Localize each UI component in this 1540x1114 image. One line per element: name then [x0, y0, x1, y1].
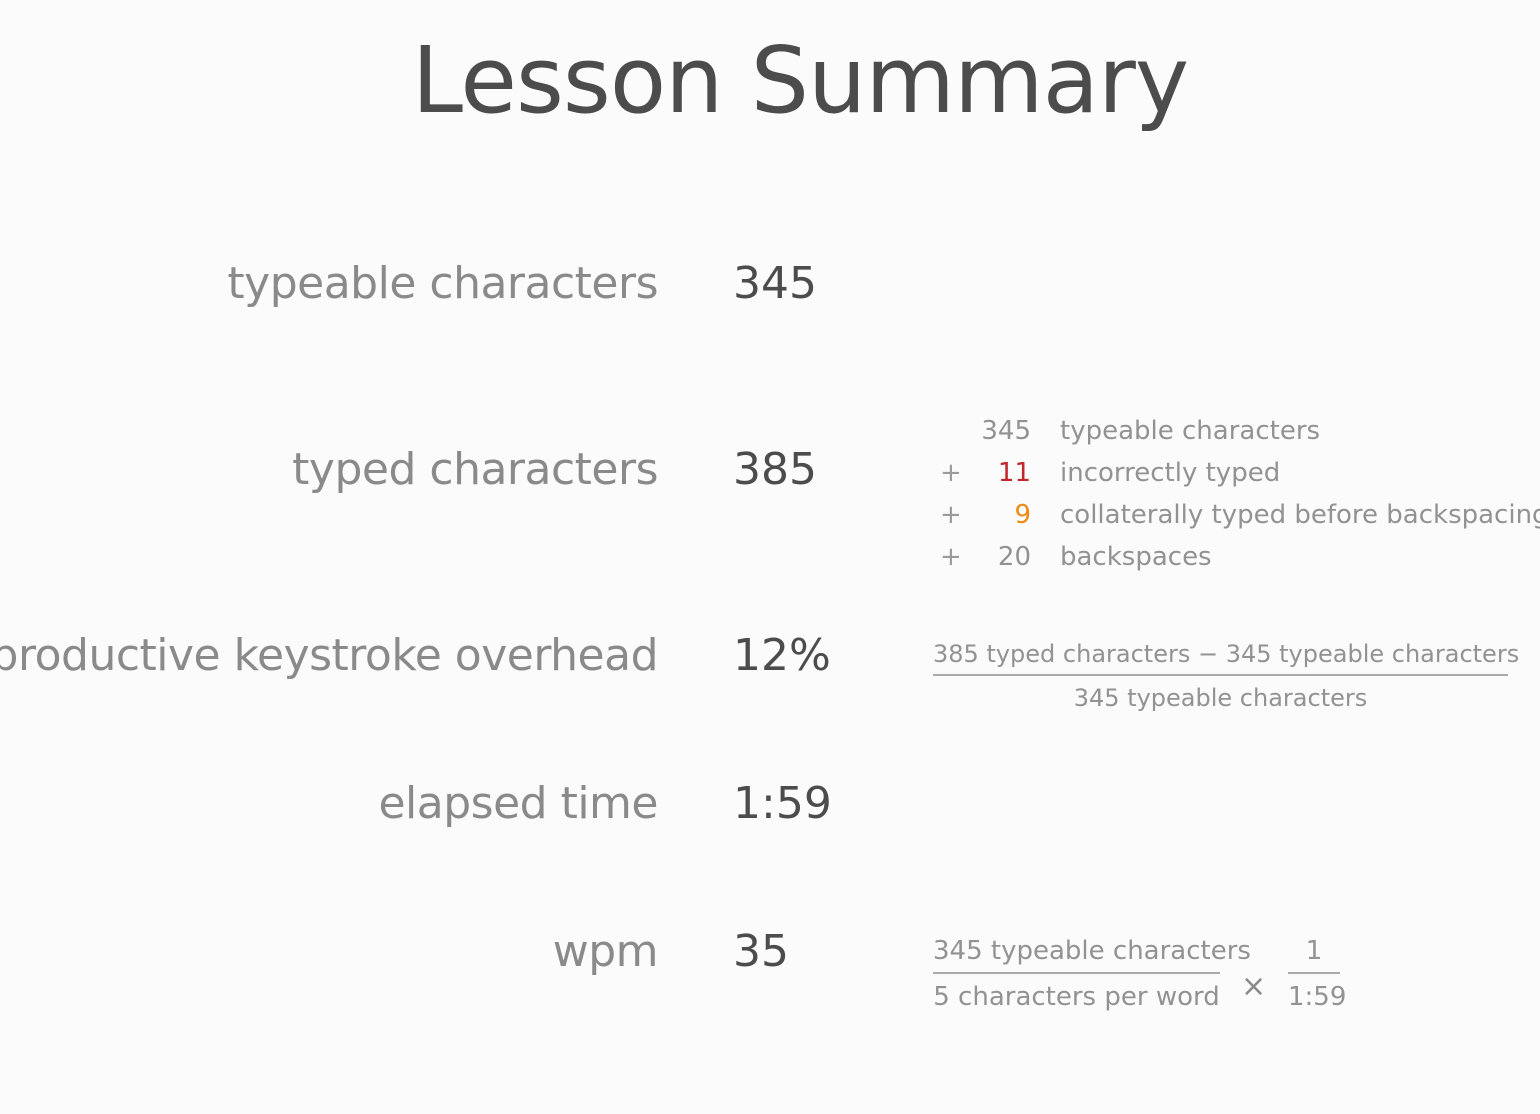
wpm-formula-right: 1 1:59 [1288, 936, 1347, 1012]
wpm-formula-left: 345 typeable characters 5 characters per… [933, 936, 1251, 1012]
wpm-formula-left-numerator: 345 typeable characters [933, 936, 1251, 974]
breakdown-line-typeable: 345 typeable characters [935, 416, 1535, 446]
typed-characters-value: 385 [733, 444, 817, 495]
overhead-label: unproductive keystroke overhead [0, 630, 659, 681]
wpm-value: 35 [733, 926, 789, 977]
times-operator: × [1241, 969, 1267, 1004]
breakdown-line-incorrect: + 11 incorrectly typed [935, 458, 1535, 488]
breakdown-operator: + [940, 542, 962, 572]
breakdown-description: collaterally typed before backspacing [1060, 500, 1540, 530]
elapsed-time-label: elapsed time [378, 778, 658, 829]
breakdown-number: 11 [997, 458, 1031, 488]
breakdown-operator: + [940, 458, 962, 488]
breakdown-line-backspaces: + 20 backspaces [935, 542, 1535, 572]
breakdown-number: 9 [1014, 500, 1031, 530]
overhead-formula-denominator: 345 typeable characters [1073, 684, 1368, 712]
breakdown-line-collateral: + 9 collaterally typed before backspacin… [935, 500, 1540, 530]
breakdown-number: 20 [997, 542, 1031, 572]
wpm-formula-right-denominator: 1:59 [1288, 982, 1347, 1012]
breakdown-description: backspaces [1060, 542, 1212, 572]
overhead-formula: 385 typed characters − 345 typeable char… [933, 640, 1519, 712]
page-title: Lesson Summary [411, 27, 1190, 134]
typed-characters-label: typed characters [292, 444, 658, 495]
wpm-label: wpm [552, 926, 659, 977]
breakdown-number: 345 [981, 416, 1031, 446]
typeable-characters-value: 345 [733, 258, 817, 309]
breakdown-description: incorrectly typed [1060, 458, 1281, 488]
elapsed-time-value: 1:59 [733, 778, 832, 829]
overhead-value: 12% [733, 630, 831, 681]
breakdown-operator: + [940, 500, 962, 530]
typeable-characters-label: typeable characters [227, 258, 658, 309]
overhead-formula-numerator: 385 typed characters − 345 typeable char… [933, 640, 1519, 676]
wpm-formula-left-denominator: 5 characters per word [933, 982, 1220, 1012]
wpm-formula-right-numerator: 1 [1288, 936, 1340, 974]
breakdown-description: typeable characters [1060, 416, 1321, 446]
